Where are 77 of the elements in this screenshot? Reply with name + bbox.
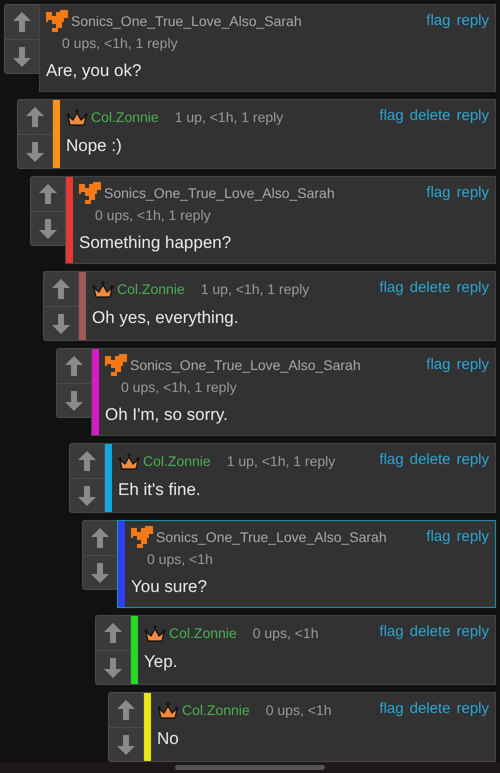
down-arrow-icon — [26, 142, 44, 162]
down-arrow-icon — [39, 218, 57, 238]
comment-stats: 1 up, <1h, 1 reply — [226, 452, 336, 471]
comment-text: Something happen? — [79, 232, 232, 254]
action-link[interactable]: delete — [410, 621, 450, 643]
crown-icon — [118, 452, 140, 470]
action-link[interactable]: reply — [456, 277, 489, 299]
username[interactable]: Col.Zonnie — [91, 109, 159, 125]
comment-stats: 0 ups, <1h, 1 reply — [95, 206, 211, 225]
up-arrow-icon — [39, 184, 57, 204]
up-arrow-icon — [91, 528, 109, 548]
action-link[interactable]: flag — [426, 526, 450, 548]
action-link[interactable]: flag — [379, 621, 404, 643]
action-link[interactable]: flag — [426, 354, 450, 376]
comment-text: Oh yes, everything. — [92, 307, 240, 329]
username[interactable]: Col.Zonnie — [117, 281, 185, 297]
action-link[interactable]: reply — [456, 182, 489, 204]
crown-icon — [66, 108, 88, 126]
up-arrow-icon — [13, 12, 31, 32]
action-link[interactable]: flag — [379, 449, 404, 471]
action-link[interactable]: reply — [456, 105, 489, 127]
comment-text: No — [157, 728, 180, 750]
up-arrow-icon — [117, 700, 135, 720]
up-arrow-icon — [104, 623, 122, 643]
down-arrow-icon — [13, 46, 31, 66]
crown-icon — [157, 702, 179, 718]
pixel-avatar-icon — [131, 526, 153, 548]
down-arrow-icon — [52, 314, 70, 334]
action-link[interactable]: delete — [410, 449, 450, 471]
down-arrow-icon — [65, 390, 83, 410]
down-arrow-icon — [117, 734, 135, 754]
username[interactable]: Col.Zonnie — [143, 453, 211, 469]
action-link[interactable]: reply — [456, 698, 489, 720]
username[interactable]: Sonics_One_True_Love_Also_Sarah — [104, 185, 335, 201]
crown-icon — [144, 624, 166, 642]
action-link[interactable]: reply — [456, 10, 489, 32]
up-arrow-icon — [26, 107, 44, 127]
action-link[interactable]: reply — [456, 621, 489, 643]
up-arrow-icon — [78, 451, 96, 471]
down-arrow-icon — [91, 562, 109, 582]
comment-stats: 1 up, <1h, 1 reply — [200, 280, 310, 299]
comment-stats: 1 up, <1h, 1 reply — [174, 108, 284, 127]
action-link[interactable]: delete — [410, 698, 450, 720]
comment-stats: 0 ups, <1h — [147, 550, 213, 569]
comment-stats: 0 ups, <1h, 1 reply — [62, 34, 178, 53]
pixel-avatar-icon — [79, 182, 101, 204]
comment-stats: 0 ups, <1h, 1 reply — [121, 378, 237, 397]
action-link[interactable]: reply — [456, 526, 489, 548]
username[interactable]: Sonics_One_True_Love_Also_Sarah — [130, 357, 361, 373]
pixel-avatar-icon — [105, 354, 127, 376]
comment-stats: 0 ups, <1h — [266, 701, 332, 720]
comment-text: Eh it's fine. — [118, 479, 202, 501]
action-link[interactable]: delete — [410, 105, 450, 127]
action-link[interactable]: flag — [379, 105, 404, 127]
username[interactable]: Col.Zonnie — [169, 625, 237, 641]
comment-stats: 0 ups, <1h — [252, 624, 318, 643]
crown-icon — [92, 280, 114, 298]
action-link[interactable]: flag — [379, 698, 404, 720]
action-link[interactable]: delete — [410, 277, 450, 299]
up-arrow-icon — [65, 356, 83, 376]
down-arrow-icon — [78, 486, 96, 506]
comment-text: Oh I'm, so sorry. — [105, 404, 229, 426]
action-link[interactable]: flag — [426, 182, 450, 204]
username[interactable]: Sonics_One_True_Love_Also_Sarah — [156, 529, 387, 545]
comment-text: Yep. — [144, 651, 178, 673]
action-link[interactable]: flag — [379, 277, 404, 299]
username[interactable]: Sonics_One_True_Love_Also_Sarah — [71, 13, 302, 29]
username[interactable]: Col.Zonnie — [182, 702, 250, 718]
up-arrow-icon — [52, 279, 70, 299]
down-arrow-icon — [104, 658, 122, 678]
action-link[interactable]: reply — [456, 354, 489, 376]
action-link[interactable]: reply — [456, 449, 489, 471]
comment-text: You sure? — [131, 576, 208, 598]
comment-text: Nope :) — [66, 135, 123, 157]
action-link[interactable]: flag — [426, 10, 450, 32]
comment-text: Are, you ok? — [46, 60, 142, 82]
pixel-avatar-icon — [46, 10, 68, 32]
